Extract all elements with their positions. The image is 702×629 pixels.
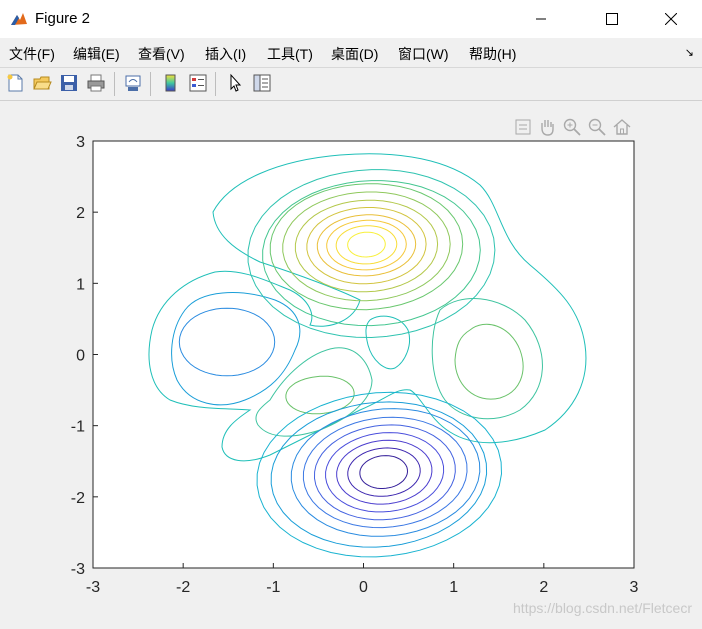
y-tick-label: 2 xyxy=(76,205,85,222)
x-tick-label: 1 xyxy=(449,579,458,596)
axes-background[interactable] xyxy=(93,141,634,568)
watermark: https://blog.csdn.net/Fletcecr xyxy=(513,600,692,616)
y-tick-label: 1 xyxy=(76,276,85,293)
y-tick-label: -3 xyxy=(71,561,85,578)
contour-plot: -3 -2 -1 0 1 2 3 3 2 1 0 -1 -2 -3 xyxy=(71,134,639,596)
y-tick-label: -1 xyxy=(71,419,85,436)
y-tick-label: -2 xyxy=(71,490,85,507)
x-tick-label: -3 xyxy=(86,579,100,596)
x-tick-label: -1 xyxy=(266,579,280,596)
x-tick-label: 0 xyxy=(359,579,368,596)
x-tick-label: 2 xyxy=(539,579,548,596)
y-tick-label: 3 xyxy=(76,134,85,151)
y-tick-label: 0 xyxy=(76,348,85,365)
x-tick-label: -2 xyxy=(176,579,190,596)
x-tick-label: 3 xyxy=(630,579,639,596)
